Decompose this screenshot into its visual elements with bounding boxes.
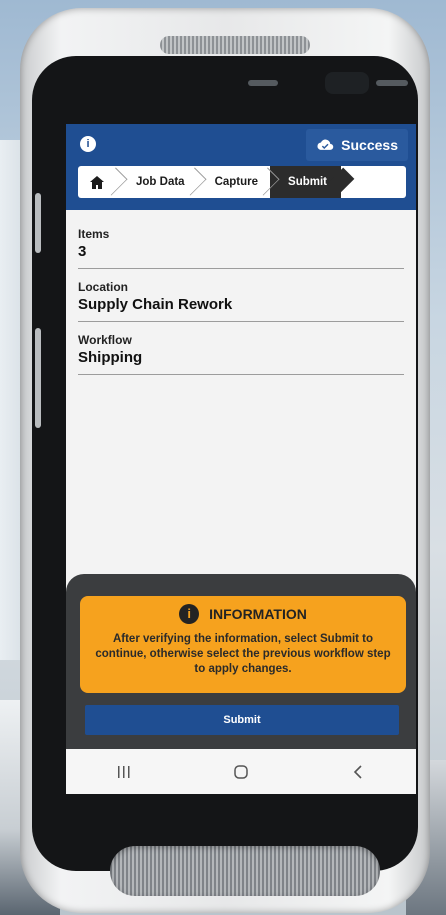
top-speaker-grille: [160, 36, 310, 54]
info-icon: i: [179, 604, 200, 624]
back-nav-button[interactable]: [338, 757, 378, 787]
recent-apps-button[interactable]: [104, 757, 144, 787]
light-sensor: [376, 80, 408, 86]
proximity-sensor: [248, 80, 278, 86]
field-label: Items: [78, 227, 110, 241]
field-value: Supply Chain Rework: [78, 296, 233, 313]
field-workflow: Workflow Shipping: [78, 330, 404, 375]
field-label: Workflow: [78, 333, 132, 347]
back-icon: [353, 764, 362, 779]
breadcrumb-label: Job Data: [136, 176, 185, 188]
field-location: Location Supply Chain Rework: [78, 277, 404, 322]
breadcrumb-home[interactable]: [78, 166, 118, 198]
summary-list: Items 3 Location Supply Chain Rework Wor…: [66, 210, 416, 375]
field-label: Location: [78, 280, 128, 294]
system-nav-bar: [66, 749, 416, 794]
bottom-speaker-grille: [110, 846, 380, 896]
bottom-panel: i INFORMATION After verifying the inform…: [66, 574, 416, 749]
home-nav-button[interactable]: [221, 757, 261, 787]
breadcrumb-label: Capture: [214, 176, 259, 188]
information-message: After verifying the information, select …: [95, 633, 391, 675]
home-icon: [90, 175, 104, 189]
side-button-lower: [35, 328, 41, 428]
information-title-text: INFORMATION: [209, 606, 307, 622]
cloud-check-icon: [317, 139, 334, 150]
status-label: Success: [341, 137, 398, 153]
info-icon[interactable]: i: [80, 136, 96, 152]
breadcrumb-job-data[interactable]: Job Data: [118, 166, 197, 198]
front-camera: [325, 72, 369, 94]
field-value: 3: [78, 243, 87, 260]
home-button-icon: [234, 764, 248, 779]
information-title: i INFORMATION: [80, 604, 406, 624]
status-badge[interactable]: Success: [306, 129, 408, 161]
information-card: i INFORMATION After verifying the inform…: [80, 596, 406, 693]
submit-button[interactable]: Submit: [85, 705, 399, 735]
recent-apps-icon: [118, 765, 130, 778]
device-screen: i Success Job Data Capture Submit Items …: [66, 124, 416, 794]
breadcrumb: Job Data Capture Submit: [78, 166, 406, 198]
field-value: Shipping: [78, 349, 143, 366]
breadcrumb-capture[interactable]: Capture: [197, 166, 270, 198]
breadcrumb-label: Submit: [288, 176, 328, 188]
side-button-upper: [35, 193, 41, 253]
breadcrumb-submit[interactable]: Submit: [270, 166, 342, 198]
app-header: i Success Job Data Capture Submit: [66, 124, 416, 210]
field-items: Items 3: [78, 224, 404, 269]
